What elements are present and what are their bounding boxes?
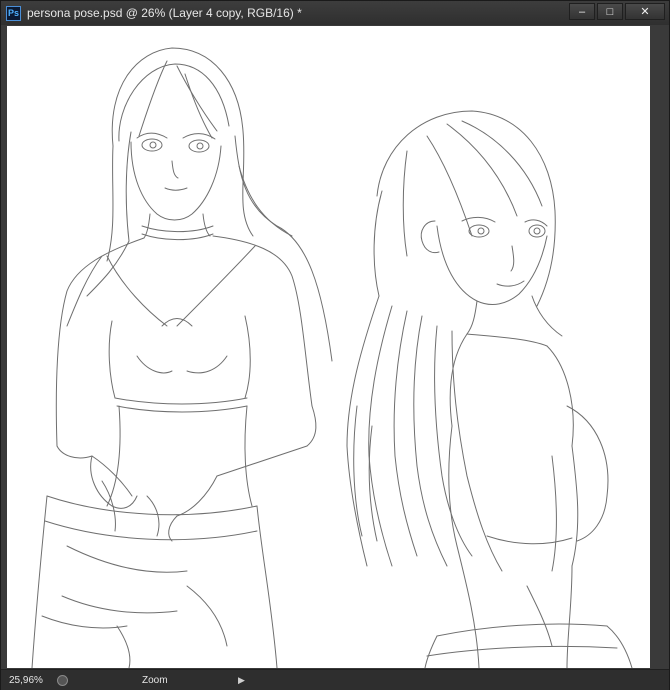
vertical-scrollbar[interactable] bbox=[652, 26, 666, 668]
close-icon: ✕ bbox=[640, 6, 650, 18]
title-bar[interactable]: Ps persona pose.psd @ 26% (Layer 4 copy,… bbox=[1, 1, 669, 25]
document-canvas[interactable] bbox=[7, 26, 650, 668]
status-info-label: Zoom bbox=[142, 674, 168, 686]
close-button[interactable]: ✕ bbox=[625, 3, 665, 20]
status-menu-arrow-icon[interactable]: ▶ bbox=[238, 675, 245, 686]
minimize-icon: – bbox=[578, 5, 586, 18]
right-figure-sketch bbox=[346, 110, 633, 668]
photoshop-app-icon: Ps bbox=[6, 5, 21, 21]
document-window: Ps persona pose.psd @ 26% (Layer 4 copy,… bbox=[0, 0, 670, 690]
minimize-button[interactable]: – bbox=[569, 3, 595, 20]
maximize-button[interactable]: □ bbox=[597, 3, 623, 20]
maximize-icon: □ bbox=[606, 5, 614, 18]
status-bar: 25,96% Zoom ▶ bbox=[1, 669, 669, 690]
window-controls: – □ ✕ bbox=[569, 3, 665, 20]
zoom-level-field[interactable]: 25,96% bbox=[9, 675, 47, 686]
left-figure-sketch bbox=[31, 47, 333, 668]
document-title: persona pose.psd @ 26% (Layer 4 copy, RG… bbox=[27, 6, 302, 20]
status-info-icon bbox=[57, 674, 68, 686]
pencil-sketch-artwork bbox=[31, 47, 633, 668]
